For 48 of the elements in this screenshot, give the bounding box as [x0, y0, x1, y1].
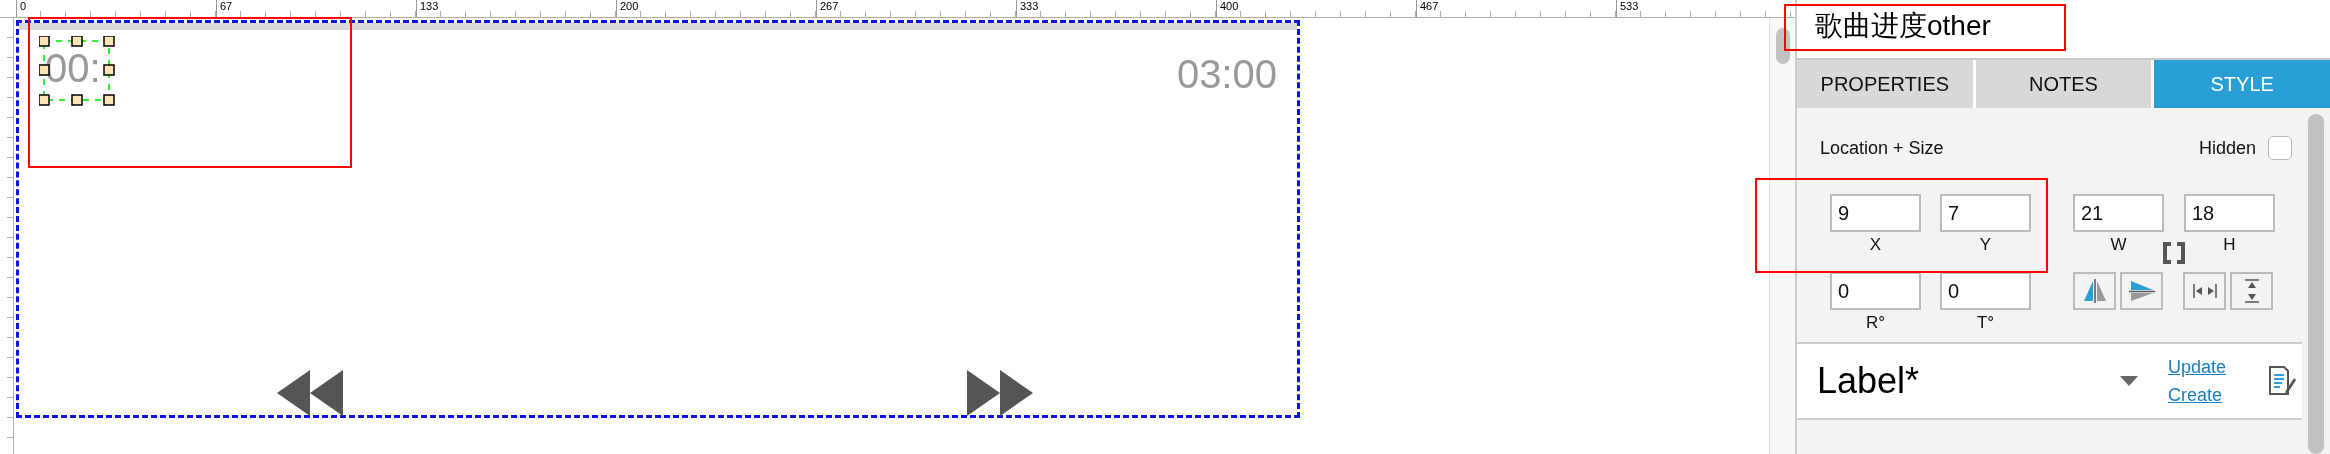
input-field[interactable]: 0 — [1940, 272, 2031, 310]
edit-document-icon[interactable] — [2268, 366, 2296, 396]
scrollbar-thumb[interactable] — [2308, 114, 2324, 454]
section-heading: Location + Size — [1820, 137, 1944, 159]
ruler-label: 67 — [216, 0, 416, 17]
distribute-horizontal-button[interactable] — [2183, 272, 2226, 310]
link[interactable]: Update — [2168, 353, 2268, 381]
field-label: H — [2223, 234, 2236, 256]
field-label: X — [1869, 234, 1882, 256]
fast-forward-icon[interactable] — [967, 370, 1033, 416]
scrollbar[interactable] — [1769, 18, 1795, 454]
ruler-label: 267 — [816, 0, 1016, 17]
flip-horizontal-button[interactable] — [2073, 272, 2116, 310]
distribute-vertical-button[interactable] — [2230, 272, 2273, 310]
style-dropdown[interactable]: Label* — [1817, 360, 2168, 402]
tab[interactable]: NOTES — [1975, 60, 2152, 108]
ruler-label: 533 — [1616, 0, 1816, 17]
widget-name: 歌曲进度other — [1815, 10, 1991, 41]
rewind-icon[interactable] — [277, 370, 343, 416]
link[interactable]: Create — [2168, 381, 2268, 409]
hidden-checkbox[interactable] — [2268, 136, 2292, 160]
input-field[interactable]: 21 — [2073, 194, 2164, 232]
distribute-horizontal-icon — [2192, 284, 2217, 298]
input-field[interactable]: 9 — [1830, 194, 1921, 232]
field-label: R° — [1865, 312, 1886, 334]
bracket-icon — [2163, 242, 2185, 264]
tab[interactable]: PROPERTIES — [1797, 60, 1973, 108]
style-name: Label* — [1817, 360, 1920, 402]
ruler-label: 133 — [416, 0, 616, 17]
ruler-label: 333 — [1016, 0, 1216, 17]
start-time-label: 00: — [45, 46, 101, 90]
ruler-label: 0 — [16, 0, 216, 17]
input-field[interactable]: 0 — [1830, 272, 1921, 310]
field-label: W — [2110, 234, 2127, 256]
flip-vertical-button[interactable] — [2120, 272, 2163, 310]
ruler-label: 467 — [1416, 0, 1616, 17]
input-field[interactable]: 18 — [2184, 194, 2275, 232]
input-field[interactable]: 7 — [1940, 194, 2031, 232]
distribute-vertical-icon — [2244, 279, 2259, 303]
flip-vertical-icon — [2128, 280, 2155, 302]
ruler-label: 400 — [1216, 0, 1416, 17]
hidden-label: Hidden — [2198, 137, 2256, 159]
ruler-label: 200 — [616, 0, 816, 17]
dropdown-caret-icon — [2120, 376, 2138, 386]
field-label: Y — [1979, 234, 1992, 256]
end-time-label: 03:00 — [1176, 51, 1277, 97]
flip-horizontal-icon — [2082, 279, 2107, 303]
field-label: T° — [1976, 312, 1995, 334]
